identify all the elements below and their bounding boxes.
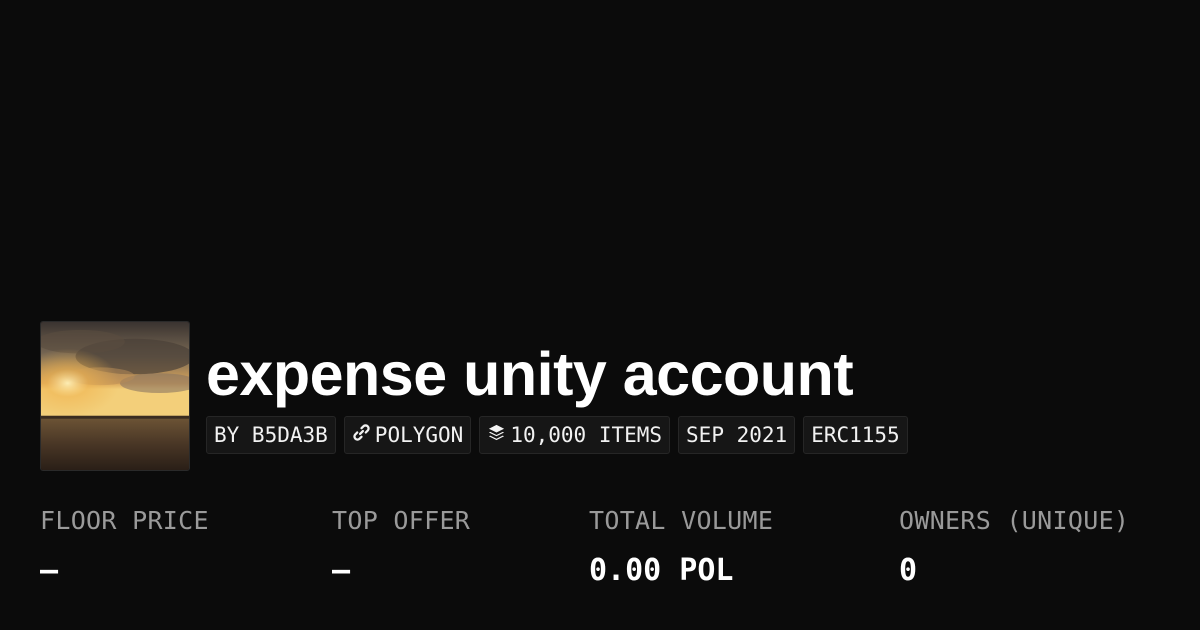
polygon-link-icon [352,423,371,447]
collection-badges: BY B5DA3B POLYGON 10,000 ITEMS SEP 2021 … [206,416,908,454]
stat-floor-price: FLOOR PRICE – [40,503,209,589]
layers-stack-icon [487,423,506,447]
floor-price-value: – [40,553,59,588]
items-count-label: 10,000 ITEMS [510,423,663,447]
stat-total-volume: TOTAL VOLUME 0.00 POL [589,503,773,589]
collection-avatar [40,321,190,471]
stat-top-offer: TOP OFFER – [332,503,470,589]
top-offer-value: – [332,553,351,588]
chain-badge[interactable]: POLYGON [343,416,472,454]
token-standard-label: ERC1155 [811,423,900,447]
stat-owners: OWNERS (UNIQUE) 0 [899,503,1129,589]
floor-price-label: FLOOR PRICE [40,506,209,535]
owners-label: OWNERS (UNIQUE) [899,506,1130,535]
owners-value: 0 [899,553,918,588]
collection-title: expense unity account [206,340,854,408]
creator-badge[interactable]: BY B5DA3B [206,416,336,454]
sunset-field-image [41,322,189,470]
created-date-label: SEP 2021 [686,423,788,447]
chain-label: POLYGON [374,423,464,447]
created-date-badge: SEP 2021 [678,416,796,454]
total-volume-label: TOTAL VOLUME [589,506,774,535]
items-badge: 10,000 ITEMS [479,416,671,454]
creator-label: BY B5DA3B [214,423,328,447]
token-standard-badge: ERC1155 [803,416,908,454]
top-offer-label: TOP OFFER [332,506,471,535]
total-volume-value: 0.00 POL [589,553,734,588]
